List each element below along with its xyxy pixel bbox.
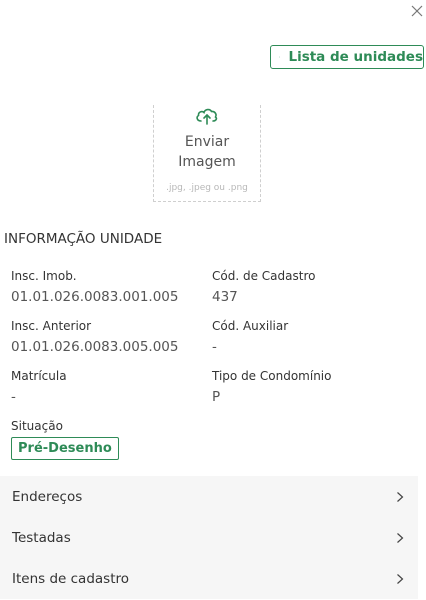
field-tipo-condominio: Tipo de Condomínio P <box>212 368 331 406</box>
close-button[interactable] <box>408 2 426 20</box>
field-situacao: Situação Pré-Desenho <box>11 418 119 460</box>
field-value: - <box>11 389 16 405</box>
chevron-right-icon <box>397 491 404 502</box>
field-value: 01.01.026.0083.001.005 <box>11 289 179 305</box>
field-label: Cód. de Cadastro <box>212 269 316 283</box>
field-value: 01.01.026.0083.005.005 <box>11 339 179 355</box>
menu-item-label: Endereços <box>12 488 83 505</box>
field-cod-cadastro: Cód. de Cadastro 437 <box>212 268 315 306</box>
section-title: INFORMAÇÃO UNIDADE <box>4 231 163 247</box>
chevron-right-icon <box>397 573 404 584</box>
field-label: Situação <box>11 419 63 433</box>
field-matricula: Matrícula - <box>11 368 67 406</box>
chevron-right-icon <box>397 532 404 543</box>
field-value: 437 <box>212 289 238 305</box>
field-label: Tipo de Condomínio <box>212 369 332 383</box>
menu-item-testadas[interactable]: Testadas <box>0 517 418 558</box>
upload-format-hint: .jpg, .jpeg ou .png <box>166 183 248 193</box>
status-badge: Pré-Desenho <box>11 437 119 460</box>
menu-item-enderecos[interactable]: Endereços <box>0 476 418 517</box>
units-list-button-label: Lista de unidades <box>288 49 423 65</box>
upload-label: Enviar Imagem <box>178 134 236 170</box>
field-value: P <box>212 389 221 405</box>
field-label: Insc. Imob. <box>11 269 77 283</box>
field-label: Insc. Anterior <box>11 319 92 333</box>
menu-item-label: Itens de cadastro <box>12 570 130 587</box>
list-icon <box>279 56 281 58</box>
field-value: - <box>212 339 217 355</box>
field-insc-imob: Insc. Imob. 01.01.026.0083.001.005 <box>11 268 178 306</box>
cloud-upload-icon <box>196 108 218 125</box>
field-label: Matrícula <box>11 369 67 383</box>
units-list-button[interactable]: Lista de unidades <box>270 45 424 69</box>
menu-item-label: Testadas <box>12 529 71 546</box>
menu-item-itens-de-cadastro[interactable]: Itens de cadastro <box>0 558 418 599</box>
image-upload-area[interactable]: Enviar Imagem .jpg, .jpeg ou .png <box>153 105 261 202</box>
field-insc-anterior: Insc. Anterior 01.01.026.0083.005.005 <box>11 318 178 356</box>
field-label: Cód. Auxiliar <box>212 319 289 333</box>
field-cod-auxiliar: Cód. Auxiliar - <box>212 318 288 356</box>
close-icon <box>411 5 423 17</box>
